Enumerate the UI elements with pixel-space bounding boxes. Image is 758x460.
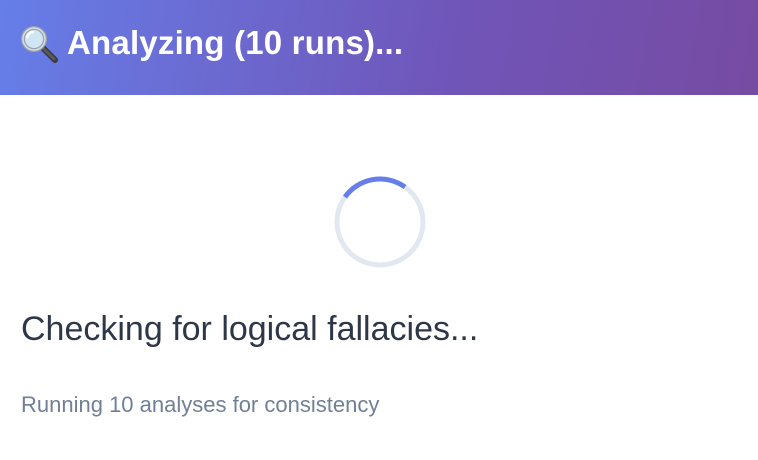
loading-spinner-icon — [334, 176, 426, 268]
status-detail: Running 10 analyses for consistency — [21, 392, 380, 417]
header-bar: Analyzing (10 runs)... — [0, 0, 758, 95]
status-message: Checking for logical fallacies... — [21, 310, 479, 348]
magnifying-glass-icon — [19, 24, 59, 64]
page-title: Analyzing (10 runs)... — [67, 23, 404, 61]
